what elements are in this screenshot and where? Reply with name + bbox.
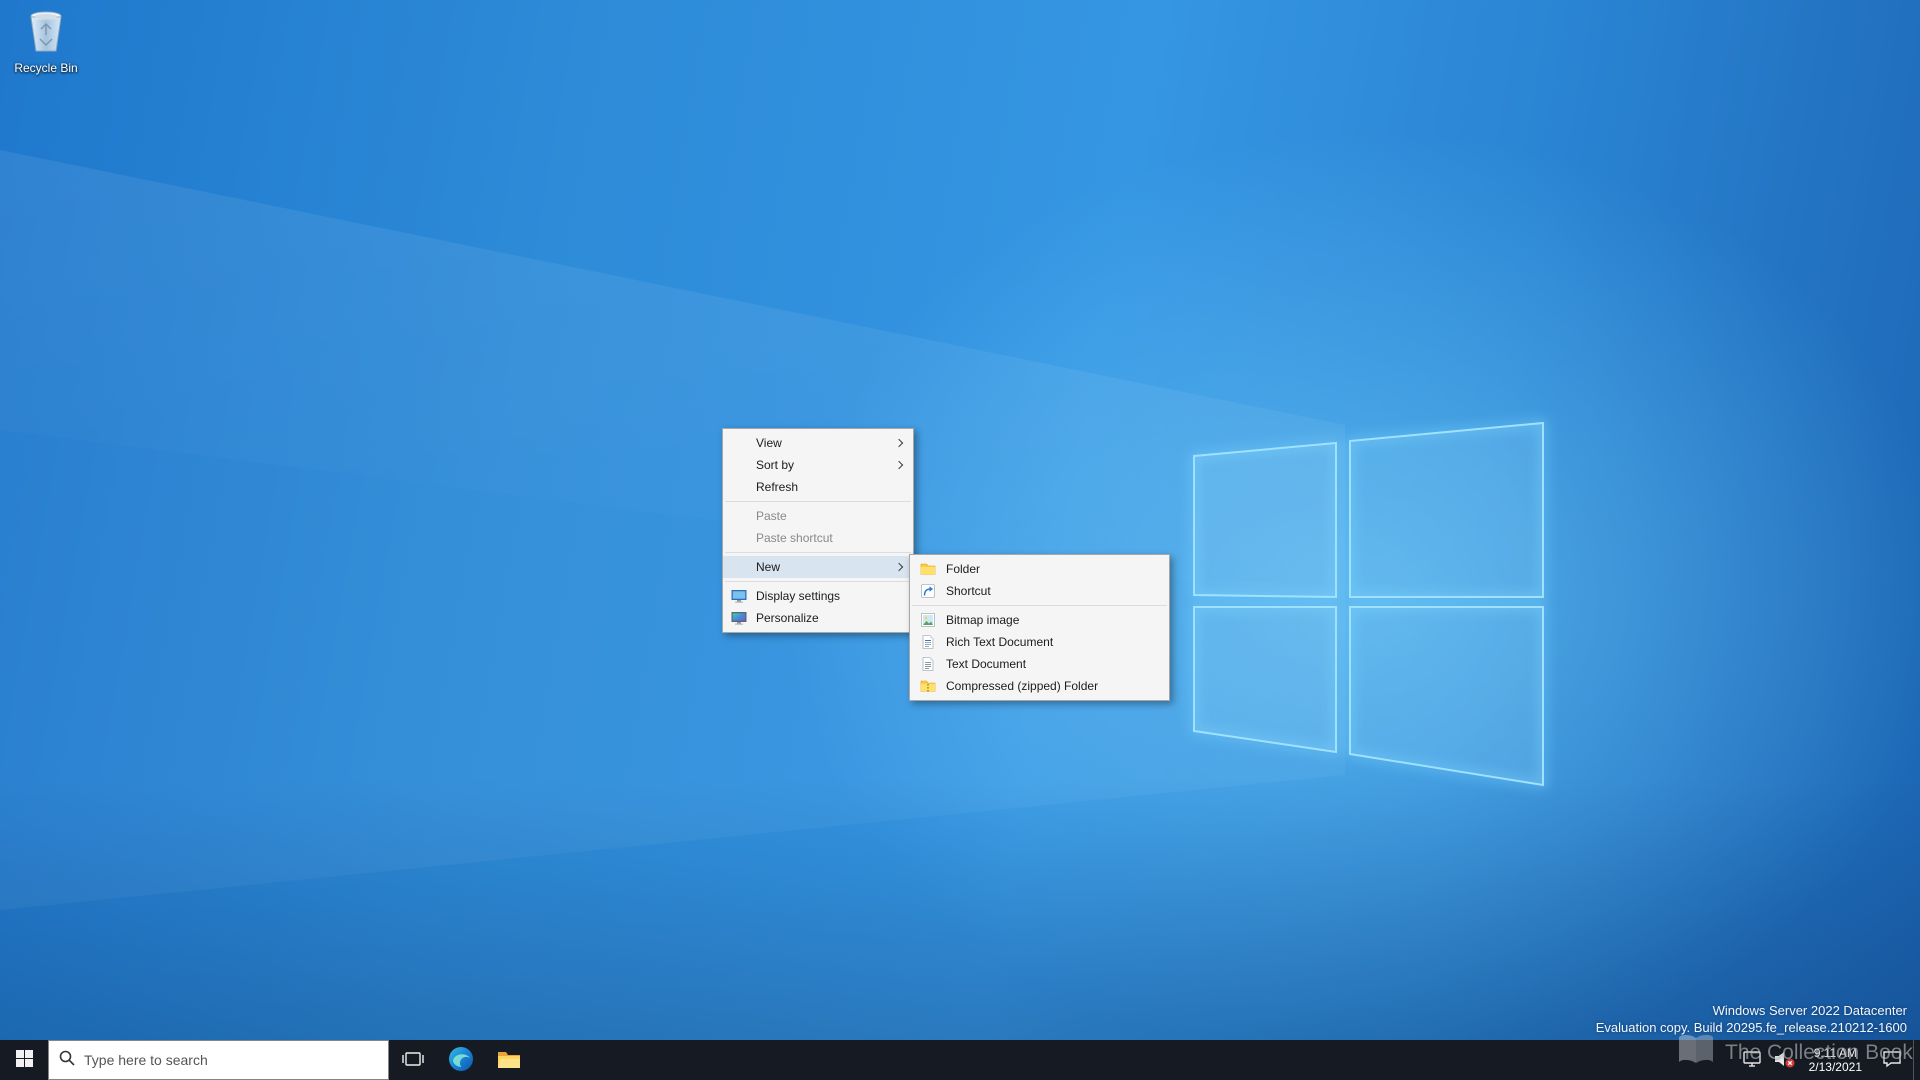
menu-item-personalize[interactable]: Personalize (723, 607, 913, 629)
menu-item-paste-shortcut[interactable]: Paste shortcut (723, 527, 913, 549)
bitmap-image-icon (920, 612, 936, 628)
menu-separator (725, 552, 911, 553)
windows-desktop-screen: Recycle Bin Windows Server 2022 Datacent… (0, 0, 1920, 1080)
menu-item-label: Folder (946, 562, 981, 576)
zipped-folder-icon (920, 678, 936, 694)
menu-item-label: Refresh (756, 480, 799, 494)
menu-item-label: Bitmap image (946, 613, 1020, 627)
submenu-item-bitmap-image[interactable]: Bitmap image (910, 609, 1169, 631)
action-center-icon (1881, 1048, 1903, 1073)
menu-item-refresh[interactable]: Refresh (723, 476, 913, 498)
recycle-bin-desktop-icon[interactable]: Recycle Bin (8, 8, 84, 75)
menu-item-view[interactable]: View (723, 432, 913, 454)
new-shortcut-icon (920, 583, 936, 599)
network-icon (1741, 1048, 1763, 1073)
submenu-item-rich-text-document[interactable]: Rich Text Document (910, 631, 1169, 653)
new-folder-icon (920, 561, 936, 577)
clock-date: 2/13/2021 (1808, 1060, 1862, 1074)
menu-item-new[interactable]: New (723, 556, 913, 578)
task-view-icon (401, 1047, 425, 1074)
rich-text-document-icon (920, 634, 936, 650)
recycle-bin-label: Recycle Bin (14, 61, 78, 75)
edge-icon (448, 1046, 474, 1075)
taskbar-search-box[interactable] (48, 1040, 389, 1080)
volume-muted-icon (1772, 1048, 1796, 1073)
menu-separator (912, 605, 1167, 606)
submenu-item-text-document[interactable]: Text Document (910, 653, 1169, 675)
edge-browser-button[interactable] (437, 1040, 485, 1080)
search-icon (58, 1049, 76, 1072)
action-center-button[interactable] (1871, 1040, 1913, 1080)
menu-separator (725, 501, 911, 502)
start-icon (15, 1050, 33, 1070)
menu-item-label: Text Document (946, 657, 1027, 671)
system-tray: 9:11 AM 2/13/2021 (1736, 1040, 1920, 1080)
taskbar-clock[interactable]: 9:11 AM 2/13/2021 (1800, 1040, 1871, 1080)
menu-item-label: Display settings (756, 589, 841, 603)
menu-item-label: Compressed (zipped) Folder (946, 679, 1099, 693)
volume-tray-button[interactable] (1768, 1040, 1800, 1080)
taskbar: 9:11 AM 2/13/2021 (0, 1040, 1920, 1080)
menu-item-label: Sort by (756, 458, 795, 472)
task-view-button[interactable] (389, 1040, 437, 1080)
desktop-wallpaper[interactable] (0, 0, 1920, 1080)
version-line-1: Windows Server 2022 Datacenter (1712, 1003, 1907, 1018)
search-input[interactable] (84, 1052, 379, 1068)
personalize-icon (731, 610, 747, 626)
menu-item-sort-by[interactable]: Sort by (723, 454, 913, 476)
text-document-icon (920, 656, 936, 672)
menu-item-label: View (756, 436, 782, 450)
network-tray-button[interactable] (1736, 1040, 1768, 1080)
submenu-chevron-icon (894, 562, 904, 572)
submenu-chevron-icon (894, 460, 904, 470)
menu-item-label: Personalize (756, 611, 819, 625)
display-settings-icon (731, 588, 747, 604)
new-submenu: Folder Shortcut Bitmap image Rich Text D… (909, 554, 1170, 701)
version-line-2: Evaluation copy. Build 20295.fe_release.… (1595, 1020, 1907, 1035)
menu-item-label: Paste shortcut (756, 531, 833, 545)
windows-version-text: Windows Server 2022 Datacenter Evaluatio… (1596, 1002, 1907, 1036)
windows-logo-wallpaper (1191, 420, 1546, 788)
menu-item-label: Paste (756, 509, 787, 523)
submenu-item-compressed-folder[interactable]: Compressed (zipped) Folder (910, 675, 1169, 697)
file-explorer-icon (496, 1046, 522, 1075)
submenu-item-shortcut[interactable]: Shortcut (910, 580, 1169, 602)
clock-time: 9:11 AM (1813, 1046, 1857, 1060)
menu-item-label: New (756, 560, 781, 574)
start-button[interactable] (0, 1040, 48, 1080)
menu-item-label: Shortcut (946, 584, 991, 598)
menu-item-paste[interactable]: Paste (723, 505, 913, 527)
file-explorer-button[interactable] (485, 1040, 533, 1080)
menu-item-display-settings[interactable]: Display settings (723, 585, 913, 607)
menu-item-label: Rich Text Document (946, 635, 1054, 649)
submenu-chevron-icon (894, 438, 904, 448)
recycle-bin-icon (24, 8, 68, 59)
show-desktop-button[interactable] (1913, 1040, 1920, 1080)
desktop-context-menu: View Sort by Refresh Paste Paste shortcu… (722, 428, 914, 633)
submenu-item-folder[interactable]: Folder (910, 558, 1169, 580)
menu-separator (725, 581, 911, 582)
